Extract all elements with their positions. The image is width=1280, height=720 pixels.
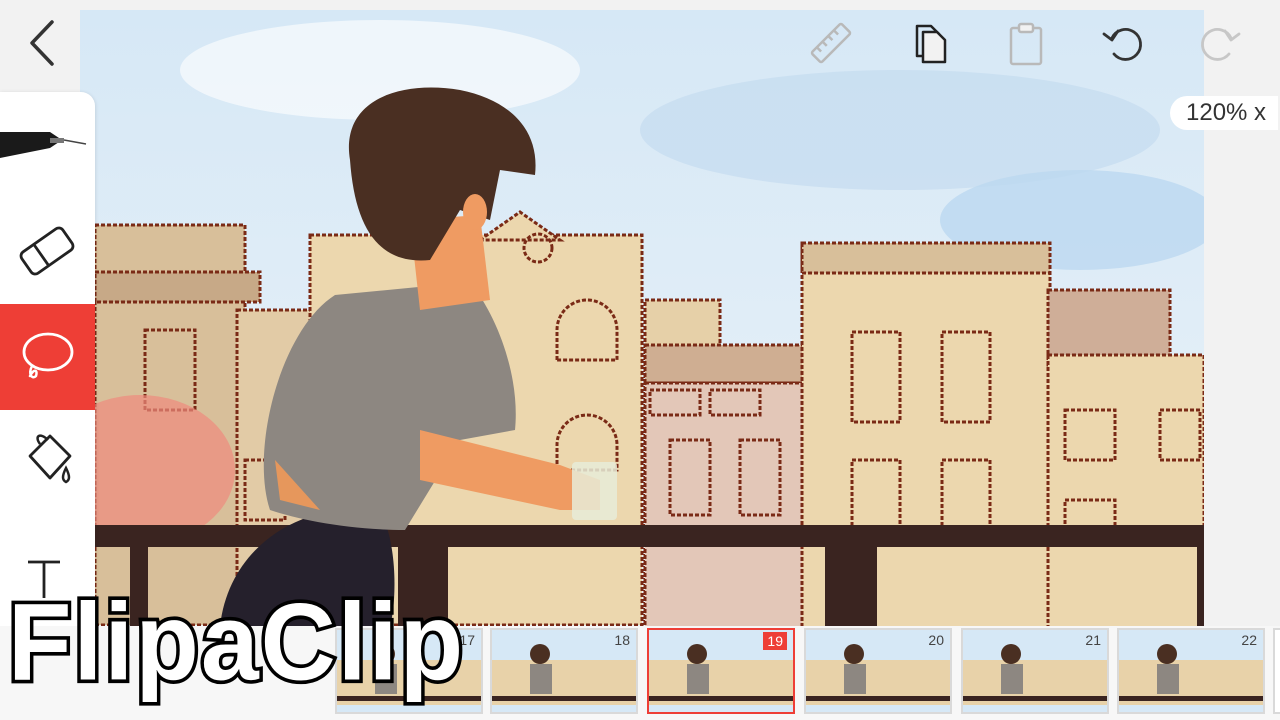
undo-icon — [1102, 28, 1142, 61]
eraser-icon — [19, 226, 75, 276]
frame-number: 18 — [614, 632, 630, 648]
canvas-artwork — [80, 10, 1204, 626]
copy-icon — [915, 24, 947, 64]
frame-thumbnail[interactable]: 18 — [490, 628, 638, 714]
redo-icon — [1201, 28, 1241, 61]
tool-panel — [0, 92, 95, 626]
redo-button[interactable] — [1195, 18, 1245, 68]
copy-button[interactable] — [903, 18, 953, 68]
lasso-tool[interactable] — [0, 304, 95, 410]
frame-thumbnail-partial[interactable] — [1273, 628, 1280, 714]
frame-thumbnail-selected[interactable]: 19 — [647, 628, 795, 714]
brush-pen-icon — [0, 132, 87, 158]
lasso-icon — [22, 332, 74, 379]
frame-thumbnail[interactable]: 21 — [961, 628, 1109, 714]
frame-thumbnail[interactable]: 22 — [1117, 628, 1265, 714]
flipaclip-watermark-logo: FlipaClip — [0, 582, 466, 720]
ruler-icon — [810, 22, 852, 64]
back-button[interactable] — [22, 16, 66, 70]
eraser-tool[interactable] — [0, 198, 95, 304]
frame-number: 20 — [928, 632, 944, 648]
fill-tool[interactable] — [0, 410, 95, 516]
zoom-indicator[interactable]: 120% x — [1170, 96, 1279, 130]
paste-icon — [1009, 22, 1043, 66]
back-chevron-icon — [30, 20, 54, 66]
frame-number: 19 — [763, 632, 787, 650]
paste-button[interactable] — [1001, 18, 1051, 68]
drawing-canvas[interactable] — [80, 10, 1204, 626]
ruler-button[interactable] — [806, 18, 856, 68]
frame-number: 21 — [1085, 632, 1101, 648]
watermark-text: FlipaClip — [4, 582, 466, 705]
brush-tool[interactable] — [0, 92, 95, 198]
paint-bucket-icon — [28, 434, 72, 484]
undo-button[interactable] — [1098, 18, 1148, 68]
frame-thumbnail[interactable]: 20 — [804, 628, 952, 714]
frame-number: 22 — [1241, 632, 1257, 648]
